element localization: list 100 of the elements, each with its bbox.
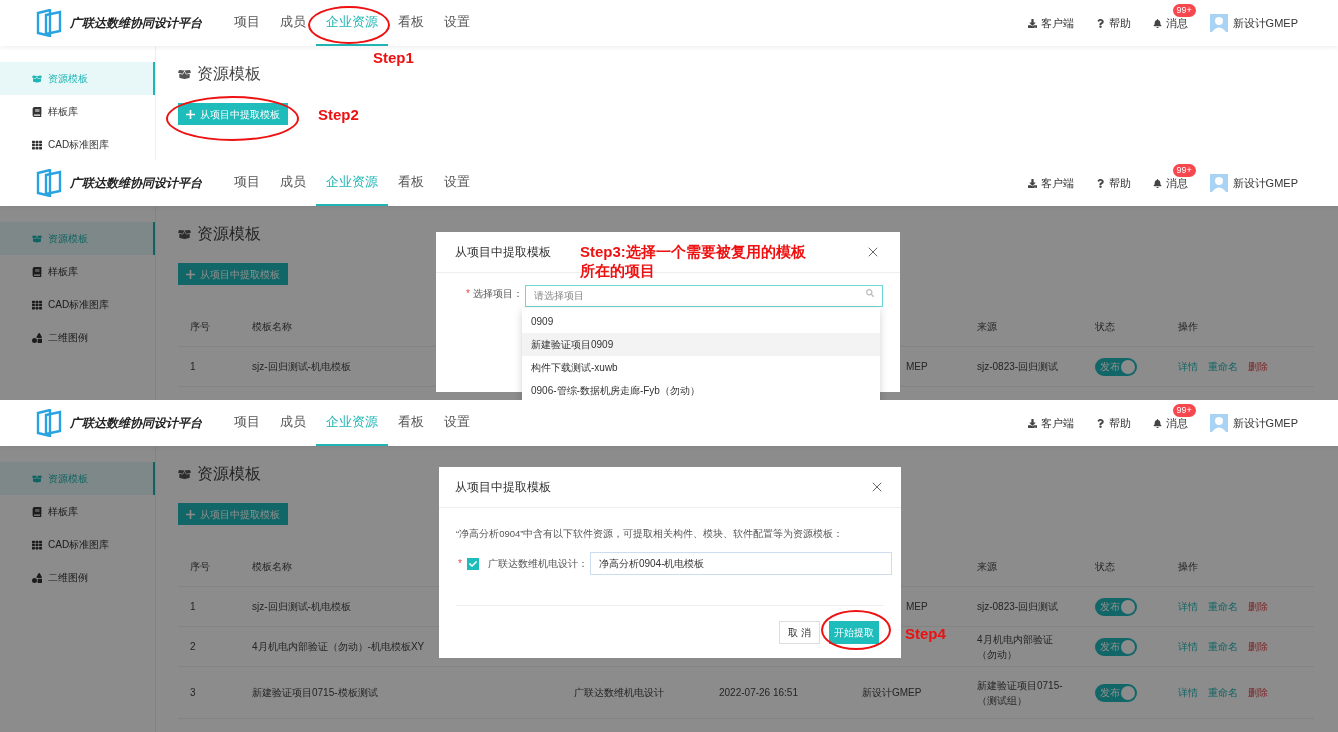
nav-tab[interactable]: 项目	[224, 0, 270, 46]
delete-link[interactable]: 删除	[1248, 599, 1268, 614]
help-button[interactable]: 帮助	[1095, 414, 1131, 432]
sidebar-item[interactable]: 二维图例	[0, 561, 155, 594]
required-mark: *	[458, 557, 462, 572]
table-cell: sjz-0823-回归测试	[977, 601, 1059, 612]
help-icon	[1095, 18, 1105, 28]
box-icon	[32, 233, 42, 244]
client-download-button[interactable]: 客户端	[1027, 174, 1074, 192]
cancel-button[interactable]: 取 消	[779, 620, 820, 644]
download-icon	[1027, 18, 1037, 28]
project-select[interactable]: 请选择项目	[524, 284, 883, 307]
column-header: 模板名称	[252, 561, 292, 572]
unread-badge: 99+	[1172, 403, 1196, 417]
sidebar-item[interactable]: CAD标准图库	[0, 288, 155, 321]
nav-tab[interactable]: 看板	[388, 160, 434, 206]
box-icon	[32, 73, 42, 84]
dropdown-option[interactable]: 新建验证项目0909	[522, 333, 880, 356]
search-icon	[865, 289, 874, 297]
sidebar-item[interactable]: CAD标准图库	[0, 128, 155, 160]
checkbox[interactable]	[466, 557, 479, 570]
app-title: 广联达数维协同设计平台	[70, 15, 202, 32]
user-name: 新设计GMEP	[1232, 415, 1298, 431]
field-label: 广联达数维机电设计：	[487, 556, 588, 571]
nav-tab[interactable]: 成员	[270, 0, 316, 46]
plus-icon	[186, 269, 195, 279]
user-name: 新设计GMEP	[1232, 175, 1298, 191]
bell-icon	[1152, 178, 1162, 188]
table-cell: 3	[190, 687, 196, 698]
user-name: 新设计GMEP	[1232, 15, 1298, 31]
table-cell: 广联达数维机电设计	[574, 687, 664, 698]
page-title: 资源模板	[197, 64, 261, 84]
sidebar-item[interactable]: 样板库	[0, 95, 155, 128]
box-icon	[178, 227, 191, 241]
page-title: 资源模板	[197, 224, 261, 244]
dialog-title: 从项目中提取模板	[455, 479, 551, 496]
help-button[interactable]: 帮助	[1095, 174, 1131, 192]
bell-icon	[1152, 418, 1162, 428]
plus-icon	[186, 509, 195, 519]
nav-tab[interactable]: 设置	[434, 0, 480, 46]
table-cell: 1	[190, 601, 196, 612]
dropdown-option[interactable]: 0909	[522, 310, 880, 333]
step-annotation: Step3:选择一个需要被复用的模板 所在的项目	[580, 242, 806, 280]
column-header: 操作	[1178, 561, 1198, 572]
nav-tab[interactable]: 成员	[270, 400, 316, 446]
grid-icon	[32, 299, 42, 310]
avatar-icon	[1209, 414, 1228, 432]
dropdown-option[interactable]: 构件下载测试-xuwb	[522, 356, 880, 379]
book-icon	[32, 506, 42, 517]
table-cell: 新建验证项目0715-模板测试	[252, 687, 378, 698]
nav-tab[interactable]: 看板	[388, 0, 434, 46]
delete-link[interactable]: 删除	[1248, 639, 1268, 654]
nav-tab[interactable]: 项目	[224, 160, 270, 206]
dropdown-option[interactable]: 0906-管综-数据机房走廊-Fyb（勿动）	[522, 379, 880, 400]
table-cell: 2	[190, 641, 196, 652]
download-icon	[1027, 178, 1037, 188]
delete-link[interactable]: 删除	[1248, 359, 1268, 374]
unread-badge: 99+	[1172, 3, 1196, 17]
table-cell: sjz-回归测试-机电模板	[252, 361, 351, 372]
logo-icon	[36, 409, 62, 437]
grid-icon	[32, 539, 42, 550]
nav-tab[interactable]: 项目	[224, 400, 270, 446]
sidebar-item[interactable]: 样板库	[0, 495, 155, 528]
client-download-button[interactable]: 客户端	[1027, 14, 1074, 32]
book-icon	[32, 266, 42, 277]
logo-icon	[36, 9, 62, 37]
shapes-icon	[32, 332, 42, 343]
table-cell: 2022-07-26 16:51	[719, 687, 798, 698]
avatar-icon	[1209, 174, 1228, 192]
help-icon	[1095, 178, 1105, 188]
sidebar-item[interactable]: CAD标准图库	[0, 528, 155, 561]
column-header: 来源	[977, 321, 997, 332]
nav-tab[interactable]: 成员	[270, 160, 316, 206]
sidebar-item[interactable]: 样板库	[0, 255, 155, 288]
nav-tab[interactable]: 看板	[388, 400, 434, 446]
template-name-field[interactable]: 净高分析0904-机电模板	[589, 552, 892, 576]
column-header: 模板名称	[252, 321, 292, 332]
client-download-button[interactable]: 客户端	[1027, 414, 1074, 432]
column-header: 状态	[1095, 321, 1115, 332]
app-title: 广联达数维协同设计平台	[70, 175, 202, 192]
nav-tab[interactable]: 设置	[434, 400, 480, 446]
box-icon	[32, 473, 42, 484]
table-cell: sjz-回归测试-机电模板	[252, 601, 351, 612]
box-icon	[178, 67, 191, 81]
table-cell: 新建验证项目0715-（测试组）	[977, 679, 1063, 706]
step-annotation: Step1	[373, 48, 414, 67]
delete-link[interactable]: 删除	[1248, 685, 1268, 700]
book-icon	[32, 106, 42, 117]
column-header: 来源	[977, 561, 997, 572]
page-title: 资源模板	[197, 464, 261, 484]
help-button[interactable]: 帮助	[1095, 14, 1131, 32]
column-header: 操作	[1178, 321, 1198, 332]
table-cell: MEP	[906, 361, 928, 372]
table-cell: 4月机电内部验证（勿动）-机电模板XY	[252, 641, 425, 652]
required-mark: *	[466, 286, 470, 301]
dialog-title: 从项目中提取模板	[455, 244, 551, 261]
app-title: 广联达数维协同设计平台	[70, 415, 202, 432]
nav-tab[interactable]: 设置	[434, 160, 480, 206]
table-cell: sjz-0823-回归测试	[977, 361, 1059, 372]
sidebar-item[interactable]: 二维图例	[0, 321, 155, 354]
